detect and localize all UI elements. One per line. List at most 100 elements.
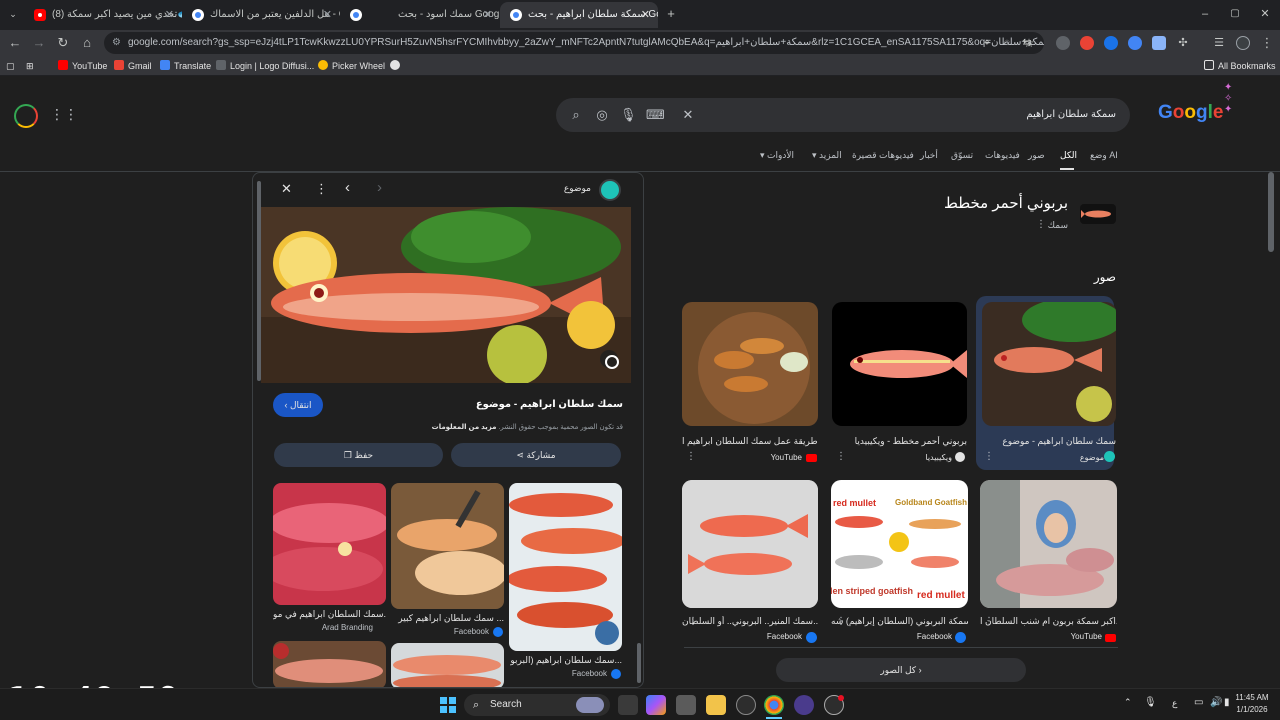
learn-more-link[interactable]: مزيد من المعلومات — [432, 424, 497, 431]
task-view-icon[interactable] — [618, 695, 638, 715]
result-menu-icon[interactable]: ⋮ — [836, 616, 846, 627]
bookmark-gmail[interactable]: Gmail — [114, 56, 152, 76]
result-thumb-2[interactable] — [832, 302, 967, 426]
filter-ai-mode[interactable]: وضع AI — [1090, 150, 1118, 161]
store-icon[interactable] — [676, 695, 696, 715]
result-source-6[interactable]: Facebook — [700, 632, 802, 641]
result-source-2[interactable]: ويكيبيديا — [850, 453, 952, 462]
reload-icon[interactable]: ↻ — [54, 34, 72, 52]
filter-images[interactable]: صور — [1028, 150, 1045, 161]
related-source-1[interactable]: Arad Branding — [273, 623, 373, 632]
filter-tools[interactable]: ▾ الأدوات — [760, 150, 794, 161]
grid-icon[interactable]: ⊞ — [26, 56, 34, 76]
taskbar-search[interactable]: ⌕ Search — [464, 694, 610, 716]
related-thumb-1[interactable] — [273, 483, 386, 605]
next-icon[interactable]: › — [377, 179, 382, 196]
tab-1[interactable]: (8) تحدي مين يصيد اكبر سمكة🐟 ✕ — [24, 2, 182, 28]
close-tab-icon[interactable]: ✕ — [323, 2, 332, 28]
tab-4-active[interactable]: سمكة سلطان ابراهيم - بحث Google ✕ — [500, 2, 658, 28]
reading-list-icon[interactable]: ☰ — [1210, 34, 1228, 52]
home-icon[interactable]: ⌂ — [78, 34, 96, 52]
close-icon[interactable]: ✕ — [281, 181, 292, 197]
entity-menu-icon[interactable]: ⋮ — [1036, 219, 1046, 230]
result-thumb-6[interactable] — [682, 480, 818, 608]
filter-all[interactable]: الكل — [1060, 150, 1077, 161]
panel-scrollbar-thumb[interactable] — [637, 643, 641, 683]
volume-icon[interactable]: 🔊 — [1210, 697, 1222, 708]
all-bookmarks[interactable]: All Bookmarks — [1204, 56, 1276, 76]
minimize-icon[interactable]: – — [1196, 5, 1214, 23]
file-explorer-icon[interactable] — [706, 695, 726, 715]
result-thumb-4[interactable] — [980, 480, 1117, 608]
bookmark-picker-wheel[interactable]: Picker Wheel — [318, 56, 385, 76]
profile-avatar[interactable] — [1236, 36, 1250, 50]
related-source-2[interactable]: Facebook — [391, 627, 489, 636]
search-box[interactable]: ⌕ ◎ 🎙 ⌨ ✕ سمكة سلطان ابراهيم — [556, 98, 1130, 132]
back-icon[interactable]: ← — [6, 34, 24, 52]
page-scrollbar[interactable] — [1268, 172, 1274, 252]
mic-icon[interactable]: 🎙 — [620, 107, 637, 123]
close-tab-icon[interactable]: ✕ — [641, 2, 650, 28]
related-thumb-3[interactable] — [509, 483, 622, 651]
bookmark-login[interactable]: Login | Logo Diffusi... — [216, 56, 314, 76]
google-logo[interactable]: Google ✦ ✧ ✦ — [1158, 82, 1232, 124]
result-source-1[interactable]: موضوع — [1000, 453, 1104, 462]
related-thumb-4[interactable] — [273, 641, 386, 687]
result-thumb-3[interactable] — [682, 302, 818, 426]
address-bar[interactable]: ⚙ google.com/search?gs_ssp=eJzj4tLP1TcwK… — [104, 32, 1044, 54]
result-caption-3[interactable]: طريقة عمل سمك السلطان ابراهيم ا... — [682, 436, 818, 447]
language-indicator[interactable]: ع — [1172, 698, 1177, 709]
filter-shopping[interactable]: تسوّق — [951, 150, 973, 161]
related-caption-2[interactable]: سمك سلطان ابراهيم كبير ... — [391, 613, 504, 624]
puzzle-icon[interactable]: ✣ — [1174, 34, 1192, 52]
network-icon[interactable]: ▭ — [1194, 697, 1203, 708]
clock-date[interactable]: 1/1/2026 — [1232, 705, 1272, 714]
result-source-4[interactable]: YouTube — [1000, 632, 1102, 641]
tab-search-icon[interactable]: ⌄ — [4, 5, 22, 23]
microphone-icon[interactable]: 🎙 — [1144, 697, 1157, 708]
result-source-5[interactable]: Facebook — [850, 632, 952, 641]
tab-3[interactable]: سمك اسود - بحث Google ✕ — [340, 2, 500, 28]
chrome-icon[interactable] — [764, 695, 784, 715]
result-caption-1[interactable]: سمك سلطان ابراهيم - موضوع — [982, 436, 1116, 447]
panel-source[interactable]: موضوع — [543, 183, 591, 194]
media-app-icon[interactable] — [794, 695, 814, 715]
settings-gear-icon[interactable] — [736, 695, 756, 715]
share-button[interactable]: ⋖ مشاركة — [451, 443, 621, 467]
result-caption-4[interactable]: اكبر سمكة بربون ام شنب السلطان ا... — [980, 616, 1117, 627]
extension-icon[interactable] — [1104, 36, 1118, 50]
keyboard-icon[interactable]: ⌨ — [646, 107, 665, 123]
result-caption-5[interactable]: سمكة البربوني (السلطان إبراهيم) شه... — [831, 616, 968, 627]
save-button[interactable]: ❐ حفظ — [274, 443, 443, 467]
battery-icon[interactable]: ▮ — [1224, 697, 1230, 708]
result-menu-icon[interactable]: ⋮ — [686, 451, 696, 462]
menu-icon[interactable]: ⋮ — [1258, 34, 1276, 52]
bookmark-star-icon[interactable]: ☆ — [1020, 34, 1038, 52]
result-menu-icon[interactable]: ⋮ — [984, 616, 994, 627]
extension-icon[interactable] — [1080, 36, 1094, 50]
related-caption-1[interactable]: سمك السلطان ابراهيم في مو... — [273, 609, 386, 620]
location-icon[interactable]: ⌖ — [978, 34, 996, 52]
related-caption-3[interactable]: سمك سلطان ابراهيم (البربو... — [509, 655, 622, 666]
result-thumb-5[interactable]: red mullet Goldband Goatfish den striped… — [831, 480, 968, 608]
extension-icon[interactable] — [1128, 36, 1142, 50]
apps-grid-icon[interactable]: ⋮⋮ — [50, 106, 78, 123]
related-thumb-5[interactable] — [391, 643, 504, 687]
lens-icon[interactable]: ◎ — [594, 107, 610, 123]
site-info-icon[interactable]: ⚙ — [112, 32, 121, 54]
tray-chevron-icon[interactable]: ⌃ — [1124, 697, 1132, 708]
windows-start-icon[interactable] — [438, 695, 458, 715]
new-tab-button[interactable]: + — [662, 5, 680, 23]
apps-icon[interactable]: ▢ — [6, 56, 15, 76]
result-source-3[interactable]: YouTube — [700, 453, 802, 462]
close-tab-icon[interactable]: ✕ — [483, 2, 492, 28]
all-images-button[interactable]: كل الصور › — [776, 658, 1026, 682]
result-caption-6[interactable]: سمك المنير.. البربوني.. أو السلطان... — [682, 616, 818, 627]
bookmark-translate[interactable]: Translate — [160, 56, 211, 76]
clock-time[interactable]: 11:45 AM — [1232, 693, 1272, 702]
entity-thumbnail[interactable] — [1080, 204, 1116, 224]
extension-icon[interactable] — [1152, 36, 1166, 50]
result-thumb-1[interactable] — [982, 302, 1116, 426]
filter-more[interactable]: ▾ المزيد — [812, 150, 842, 161]
extension-icon[interactable] — [1056, 36, 1070, 50]
